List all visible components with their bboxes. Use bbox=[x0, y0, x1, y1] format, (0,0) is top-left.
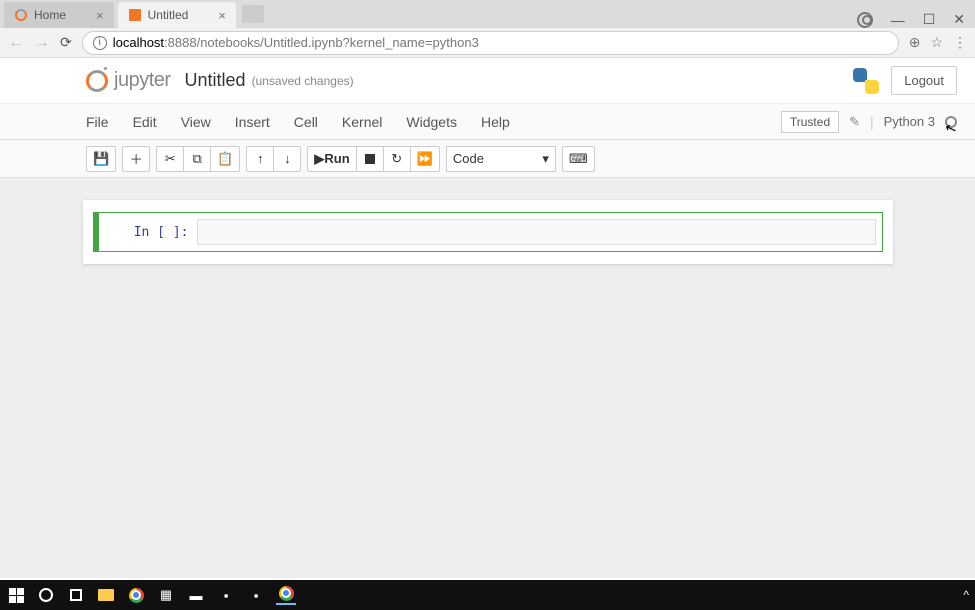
bookmark-icon[interactable]: ☆ bbox=[930, 34, 943, 51]
save-button[interactable]: 💾 bbox=[86, 146, 116, 172]
site-info-icon[interactable]: i bbox=[93, 36, 107, 50]
menu-bar: File Edit View Insert Cell Kernel Widget… bbox=[0, 104, 975, 140]
terminal-icon[interactable]: ▪ bbox=[246, 585, 266, 605]
move-up-button[interactable]: ↑ bbox=[246, 146, 274, 172]
taskbar: ▦ ▬ ▪ ▪ ^ bbox=[0, 580, 975, 610]
zoom-icon[interactable]: ⊕ bbox=[909, 34, 921, 51]
jupyter-logo[interactable]: jupyter bbox=[86, 69, 171, 92]
notebook-favicon-icon bbox=[128, 8, 142, 22]
chevron-down-icon: ▾ bbox=[542, 151, 549, 167]
minimize-icon[interactable]: — bbox=[891, 12, 905, 28]
move-down-button[interactable]: ↓ bbox=[273, 146, 301, 172]
chrome-taskbar-icon[interactable] bbox=[126, 585, 146, 605]
menu-insert[interactable]: Insert bbox=[235, 114, 270, 130]
restart-button[interactable]: ↻ bbox=[383, 146, 411, 172]
start-button[interactable] bbox=[6, 585, 26, 605]
close-icon[interactable]: × bbox=[96, 8, 104, 23]
input-prompt: In [ ]: bbox=[105, 225, 197, 240]
trusted-badge[interactable]: Trusted bbox=[781, 111, 839, 133]
stop-icon bbox=[365, 154, 375, 164]
maximize-icon[interactable]: ☐ bbox=[923, 11, 936, 28]
url-path: :8888/notebooks/Untitled.ipynb?kernel_na… bbox=[164, 35, 479, 50]
code-cell[interactable]: In [ ]: bbox=[93, 212, 883, 252]
tab-title: Home bbox=[34, 8, 66, 22]
logout-button[interactable]: Logout bbox=[891, 66, 957, 95]
menu-help[interactable]: Help bbox=[481, 114, 510, 130]
separator: | bbox=[870, 114, 874, 130]
add-cell-button[interactable]: ＋ bbox=[122, 146, 150, 172]
jupyter-favicon-icon bbox=[14, 8, 28, 22]
reload-icon[interactable]: ⟳ bbox=[60, 34, 72, 51]
jupyter-logo-text: jupyter bbox=[114, 69, 171, 92]
window-controls: — ☐ ✕ bbox=[857, 11, 975, 28]
menu-view[interactable]: View bbox=[181, 114, 211, 130]
interrupt-button[interactable] bbox=[356, 146, 384, 172]
browser-tab-home[interactable]: Home × bbox=[4, 2, 114, 28]
task-view-icon[interactable] bbox=[66, 585, 86, 605]
notebook-title[interactable]: Untitled bbox=[185, 70, 246, 91]
back-icon[interactable]: ← bbox=[8, 34, 24, 52]
edit-icon[interactable]: ✎ bbox=[849, 114, 860, 130]
python-logo-icon bbox=[853, 68, 879, 94]
menu-kernel[interactable]: Kernel bbox=[342, 114, 382, 130]
cut-button[interactable]: ✂ bbox=[156, 146, 184, 172]
notebook-header: jupyter Untitled (unsaved changes) Logou… bbox=[0, 58, 975, 104]
paste-button[interactable]: 📋 bbox=[210, 146, 240, 172]
tray-expand-icon[interactable]: ^ bbox=[963, 588, 969, 602]
browser-tab-strip: Home × Untitled × — ☐ ✕ bbox=[0, 0, 975, 28]
save-status: (unsaved changes) bbox=[252, 74, 354, 88]
app-icon[interactable]: ▬ bbox=[186, 585, 206, 605]
kernel-name[interactable]: Python 3 bbox=[884, 114, 935, 129]
browser-tab-notebook[interactable]: Untitled × bbox=[118, 2, 236, 28]
user-icon[interactable] bbox=[857, 12, 873, 28]
new-tab-button[interactable] bbox=[242, 5, 264, 23]
menu-edit[interactable]: Edit bbox=[133, 114, 157, 130]
file-explorer-icon[interactable] bbox=[96, 585, 116, 605]
chrome-active-icon[interactable] bbox=[276, 585, 296, 605]
menu-file[interactable]: File bbox=[86, 114, 109, 130]
url-host: localhost bbox=[113, 35, 164, 50]
menu-widgets[interactable]: Widgets bbox=[406, 114, 457, 130]
cell-type-value: Code bbox=[453, 151, 484, 166]
run-label: Run bbox=[324, 151, 349, 166]
toolbar: 💾 ＋ ✂ ⧉ 📋 ↑ ↓ ▶ Run ↻ ⏩ Code ▾ ⌨ bbox=[0, 140, 975, 178]
address-bar: ← → ⟳ i localhost:8888/notebooks/Untitle… bbox=[0, 28, 975, 58]
cortana-icon[interactable] bbox=[36, 585, 56, 605]
menu-cell[interactable]: Cell bbox=[294, 114, 318, 130]
forward-icon[interactable]: → bbox=[34, 34, 50, 52]
restart-run-all-button[interactable]: ⏩ bbox=[410, 146, 440, 172]
command-palette-button[interactable]: ⌨ bbox=[562, 146, 595, 172]
app-icon[interactable]: ▦ bbox=[156, 585, 176, 605]
close-window-icon[interactable]: ✕ bbox=[953, 11, 965, 28]
tab-title: Untitled bbox=[148, 8, 189, 22]
terminal-icon[interactable]: ▪ bbox=[216, 585, 236, 605]
notebook-area: In [ ]: bbox=[0, 178, 975, 578]
close-icon[interactable]: × bbox=[218, 8, 226, 23]
notebook-container: In [ ]: bbox=[83, 200, 893, 264]
run-button[interactable]: ▶ Run bbox=[307, 146, 356, 172]
cell-type-select[interactable]: Code ▾ bbox=[446, 146, 556, 172]
copy-button[interactable]: ⧉ bbox=[183, 146, 211, 172]
jupyter-logo-icon bbox=[86, 70, 108, 92]
menu-icon[interactable]: ⋮ bbox=[953, 34, 967, 51]
url-input[interactable]: i localhost:8888/notebooks/Untitled.ipyn… bbox=[82, 31, 899, 55]
code-input[interactable] bbox=[197, 219, 876, 245]
